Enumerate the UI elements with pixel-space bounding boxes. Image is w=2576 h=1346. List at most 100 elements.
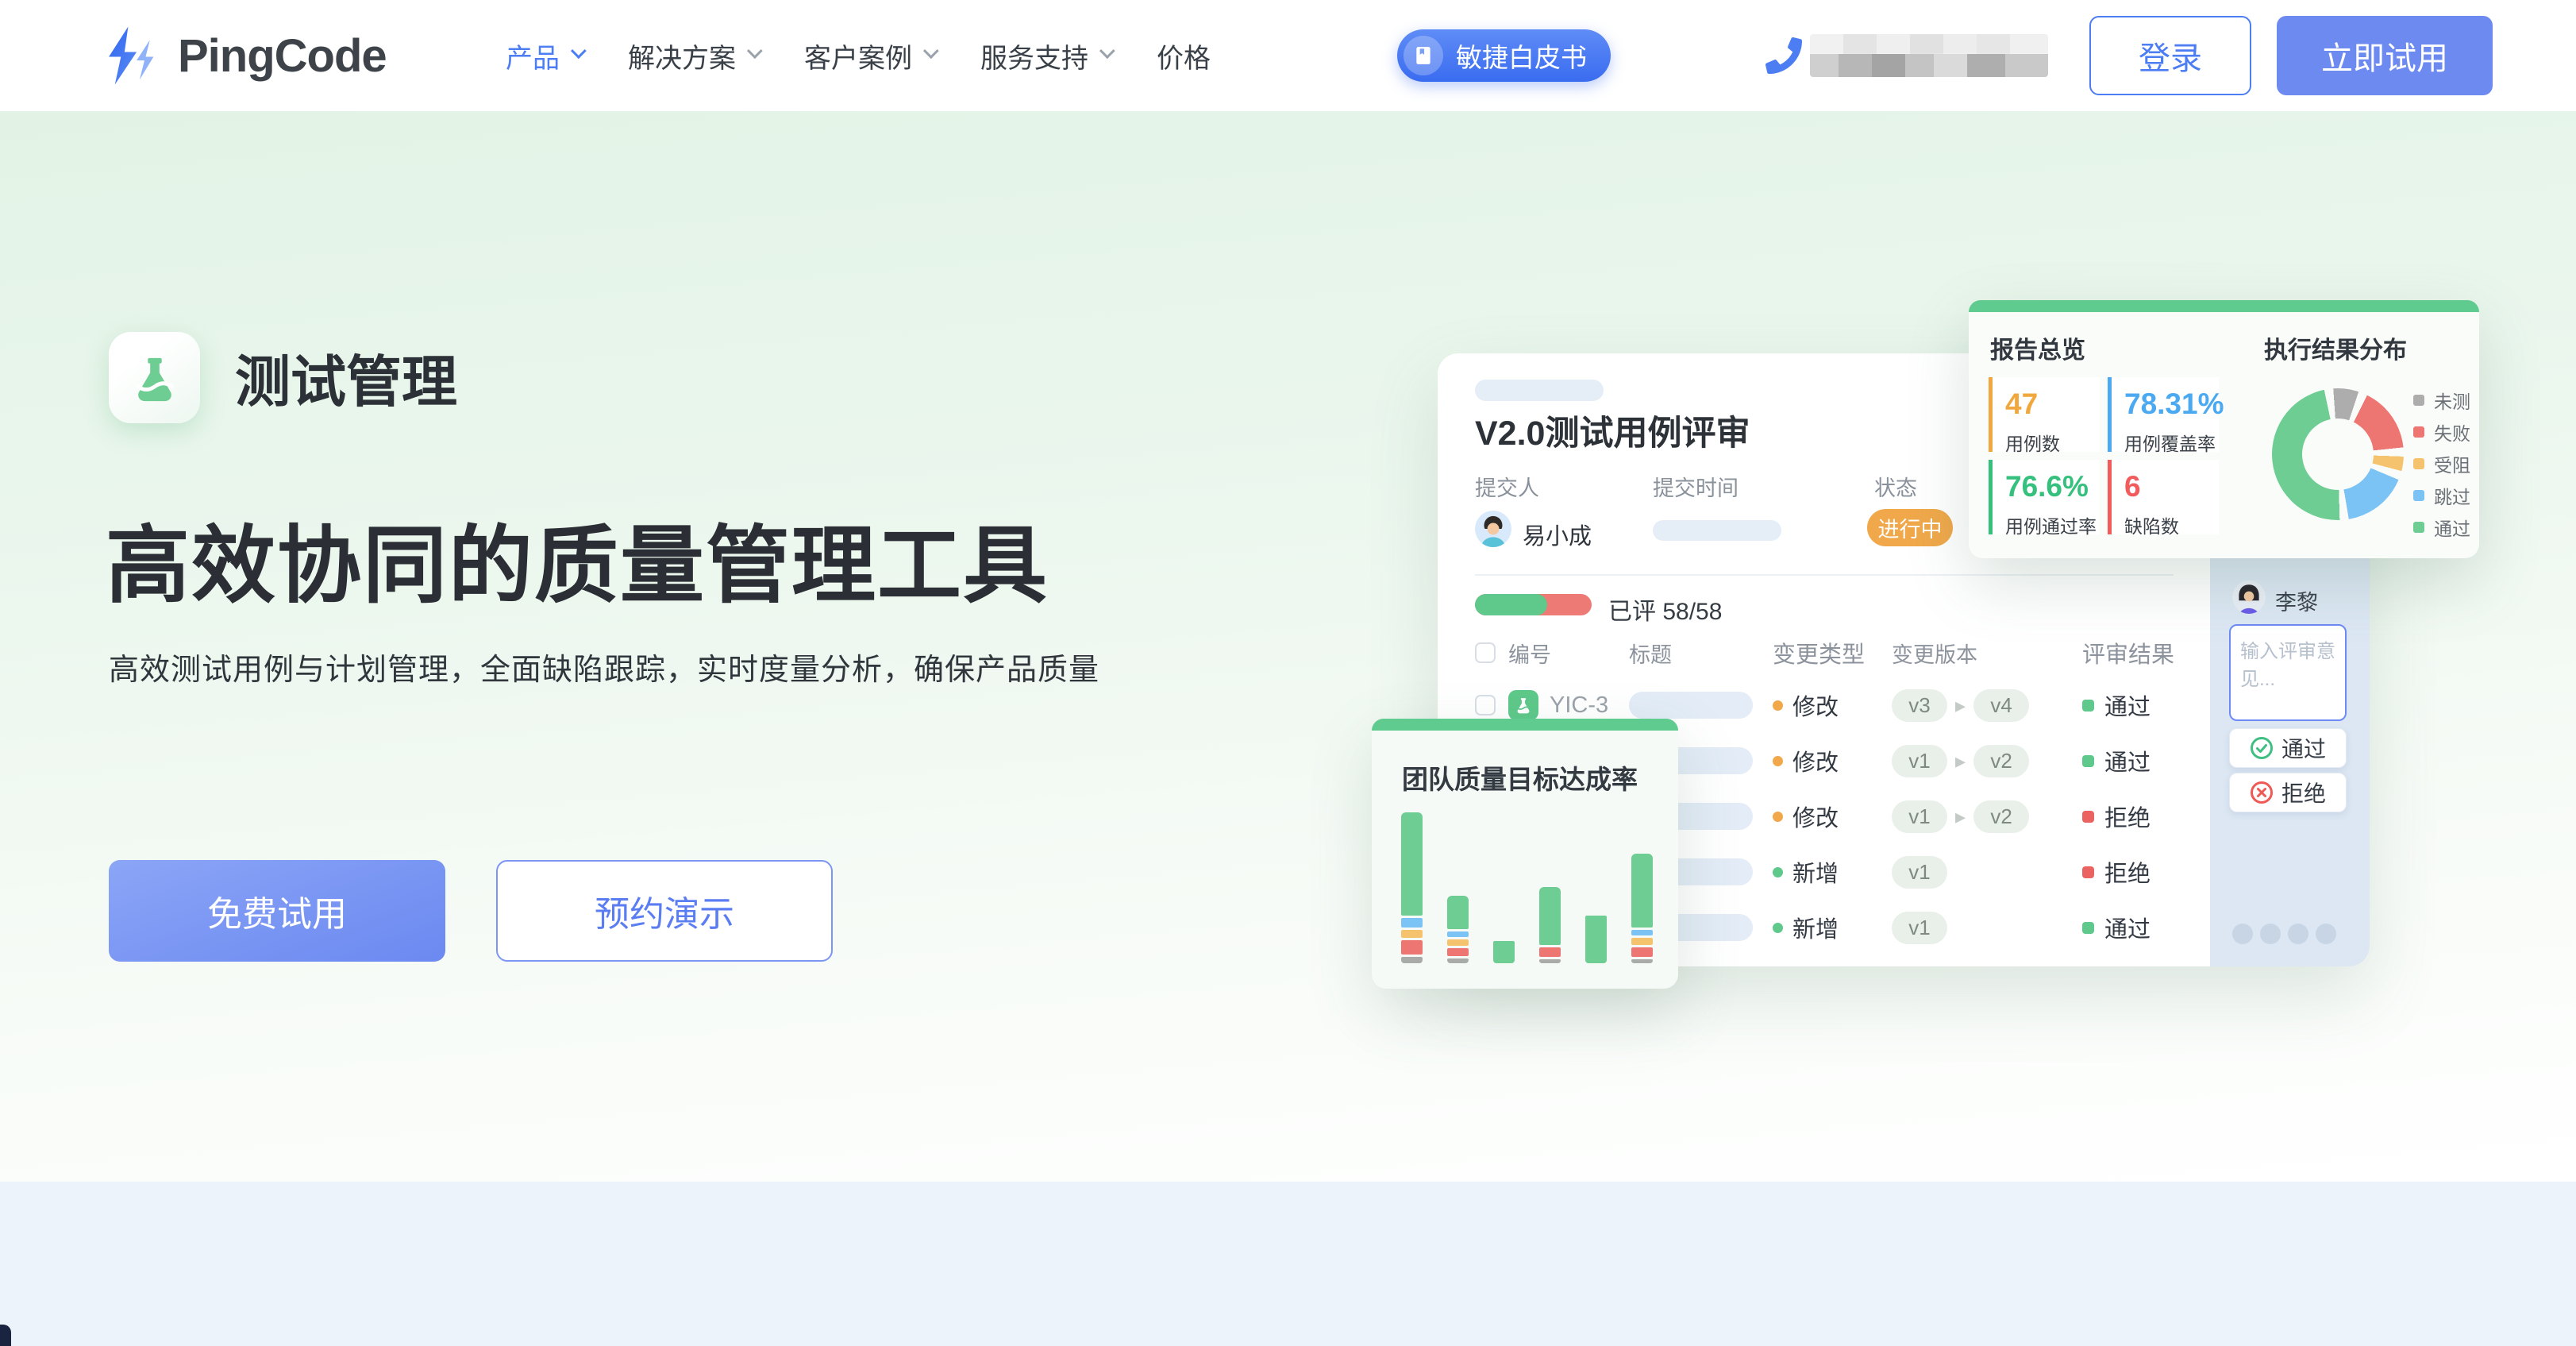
legend-swatch: [2413, 426, 2424, 438]
hero-cta-group: 免费试用 预约演示: [109, 860, 833, 962]
bar-segment: [1401, 940, 1423, 955]
nav-item-solutions[interactable]: 解决方案: [628, 37, 758, 75]
result-status-square: [2082, 811, 2094, 823]
result-status-square: [2082, 866, 2094, 878]
stat-pass-rate: 76.6% 用例通过率: [1989, 460, 2100, 534]
chevron-down-icon: [747, 43, 763, 59]
bar-segment: [1539, 887, 1561, 945]
review-progress-bar: [1475, 594, 1592, 615]
nav-item-support[interactable]: 服务支持: [980, 37, 1111, 75]
bar-segment: [1447, 931, 1469, 937]
free-trial-button[interactable]: 免费试用: [109, 860, 445, 962]
stacked-bar: [1401, 812, 1423, 963]
pingcode-logo-icon: [102, 19, 162, 92]
col-change-version: 变更版本: [1892, 637, 2082, 669]
legend-item: 跳过: [2413, 484, 2470, 506]
nav-item-products[interactable]: 产品: [506, 37, 582, 75]
table-header: 编号 标题 变更类型 变更版本 评审结果: [1438, 637, 2210, 669]
version-from: v1: [1892, 856, 1947, 889]
hero-subtitle: 高效测试用例与计划管理，全面缺陷跟踪，实时度量分析，确保产品质量: [109, 645, 1099, 688]
stat-defect-count: 6 缺陷数: [2108, 460, 2219, 534]
change-type-dot: [1773, 756, 1783, 766]
nav-right-group: 登录 立即试用: [1765, 16, 2493, 95]
version-to: v2: [1973, 800, 2029, 833]
col-review-result: 评审结果: [2082, 637, 2201, 669]
legend-label: 受阻: [2434, 450, 2470, 477]
bar-segment: [1447, 939, 1469, 946]
product-name: 测试管理: [235, 337, 457, 418]
progress-text: 已评 58/58: [1608, 592, 1722, 627]
review-result: 拒绝: [2104, 800, 2151, 833]
change-type: 新增: [1792, 911, 1839, 944]
approve-button: 通过: [2229, 728, 2347, 768]
legend-swatch: [2413, 395, 2424, 406]
x-circle-icon: [2250, 781, 2274, 804]
next-section-background: [0, 1182, 2576, 1346]
testcase-id: YIC-3: [1550, 692, 1608, 719]
report-stats: 47 用例数 78.31% 用例覆盖率 76.6% 用例通过率 6 缺陷数: [1989, 377, 2219, 534]
donut-hole: [2302, 418, 2374, 490]
divider: [1475, 574, 2174, 576]
legend-item: 受阻: [2413, 453, 2470, 474]
login-button[interactable]: 登录: [2089, 16, 2251, 95]
reviewer-avatar: [2232, 580, 2266, 614]
legend-label: 未测: [2434, 387, 2470, 414]
review-title: V2.0测试用例评审: [1475, 406, 1750, 455]
whitepaper-badge[interactable]: 敏捷白皮书: [1397, 29, 1611, 82]
title-placeholder: [1629, 692, 1753, 719]
phone-icon: [1765, 37, 1802, 74]
arrow-right-icon: ▸: [1955, 804, 1966, 829]
result-status-square: [2082, 755, 2094, 767]
logo-text: PingCode: [178, 29, 387, 83]
change-type: 修改: [1792, 688, 1839, 722]
skeleton-bar: [1475, 380, 1604, 401]
review-result: 通过: [2104, 911, 2151, 944]
version-from: v1: [1892, 912, 1947, 944]
bar-segment: [1631, 947, 1653, 957]
status-badge: 进行中: [1867, 509, 1953, 546]
whitepaper-label: 敏捷白皮书: [1456, 37, 1587, 75]
change-type-dot: [1773, 867, 1783, 877]
bar-segment: [1585, 916, 1607, 963]
change-type-dot: [1773, 812, 1783, 822]
reject-button: 拒绝: [2229, 773, 2347, 812]
progress-fill-green: [1475, 594, 1547, 615]
change-type-dot: [1773, 923, 1783, 933]
nav-item-pricing[interactable]: 价格: [1157, 37, 1211, 75]
bar-segment: [1631, 959, 1653, 963]
try-now-button[interactable]: 立即试用: [2277, 16, 2493, 95]
execution-result-donut-chart: [2272, 388, 2404, 520]
version-from: v3: [1892, 689, 1947, 722]
hero-title: 高效协同的质量管理工具: [106, 497, 1049, 619]
team-quality-bar-chart: [1401, 804, 1653, 963]
legend-label: 跳过: [2434, 482, 2470, 509]
change-type: 新增: [1792, 855, 1839, 889]
version-to: v4: [1973, 689, 2029, 722]
bar-segment: [1401, 930, 1423, 938]
bar-segment: [1447, 896, 1469, 929]
chevron-down-icon: [923, 43, 939, 59]
legend-label: 通过: [2434, 514, 2470, 541]
arrow-right-icon: ▸: [1955, 693, 1966, 718]
donut-legend: 未测失败受阻跳过通过: [2413, 389, 2470, 538]
bar-segment: [1631, 930, 1653, 935]
bar-segment: [1539, 959, 1561, 963]
bar-segment: [1539, 947, 1561, 957]
legend-swatch: [2413, 490, 2424, 501]
legend-swatch: [2413, 522, 2424, 533]
book-demo-button[interactable]: 预约演示: [496, 860, 833, 962]
stat-coverage: 78.31% 用例覆盖率: [2108, 377, 2219, 452]
stacked-bar: [1585, 916, 1607, 963]
pagination-dots: [2232, 924, 2336, 944]
legend-item: 未测: [2413, 389, 2470, 411]
pingcode-logo[interactable]: PingCode: [102, 0, 387, 111]
col-id: 编号: [1508, 637, 1629, 669]
submitter-avatar: [1475, 511, 1511, 547]
change-type: 修改: [1792, 800, 1839, 833]
distribution-title: 执行结果分布: [2264, 330, 2407, 365]
legend-label: 失败: [2434, 418, 2470, 445]
testcase-flask-icon: [1508, 690, 1538, 720]
nav-item-customers[interactable]: 客户案例: [804, 37, 934, 75]
stacked-bar: [1447, 896, 1469, 963]
stacked-bar: [1539, 887, 1561, 963]
